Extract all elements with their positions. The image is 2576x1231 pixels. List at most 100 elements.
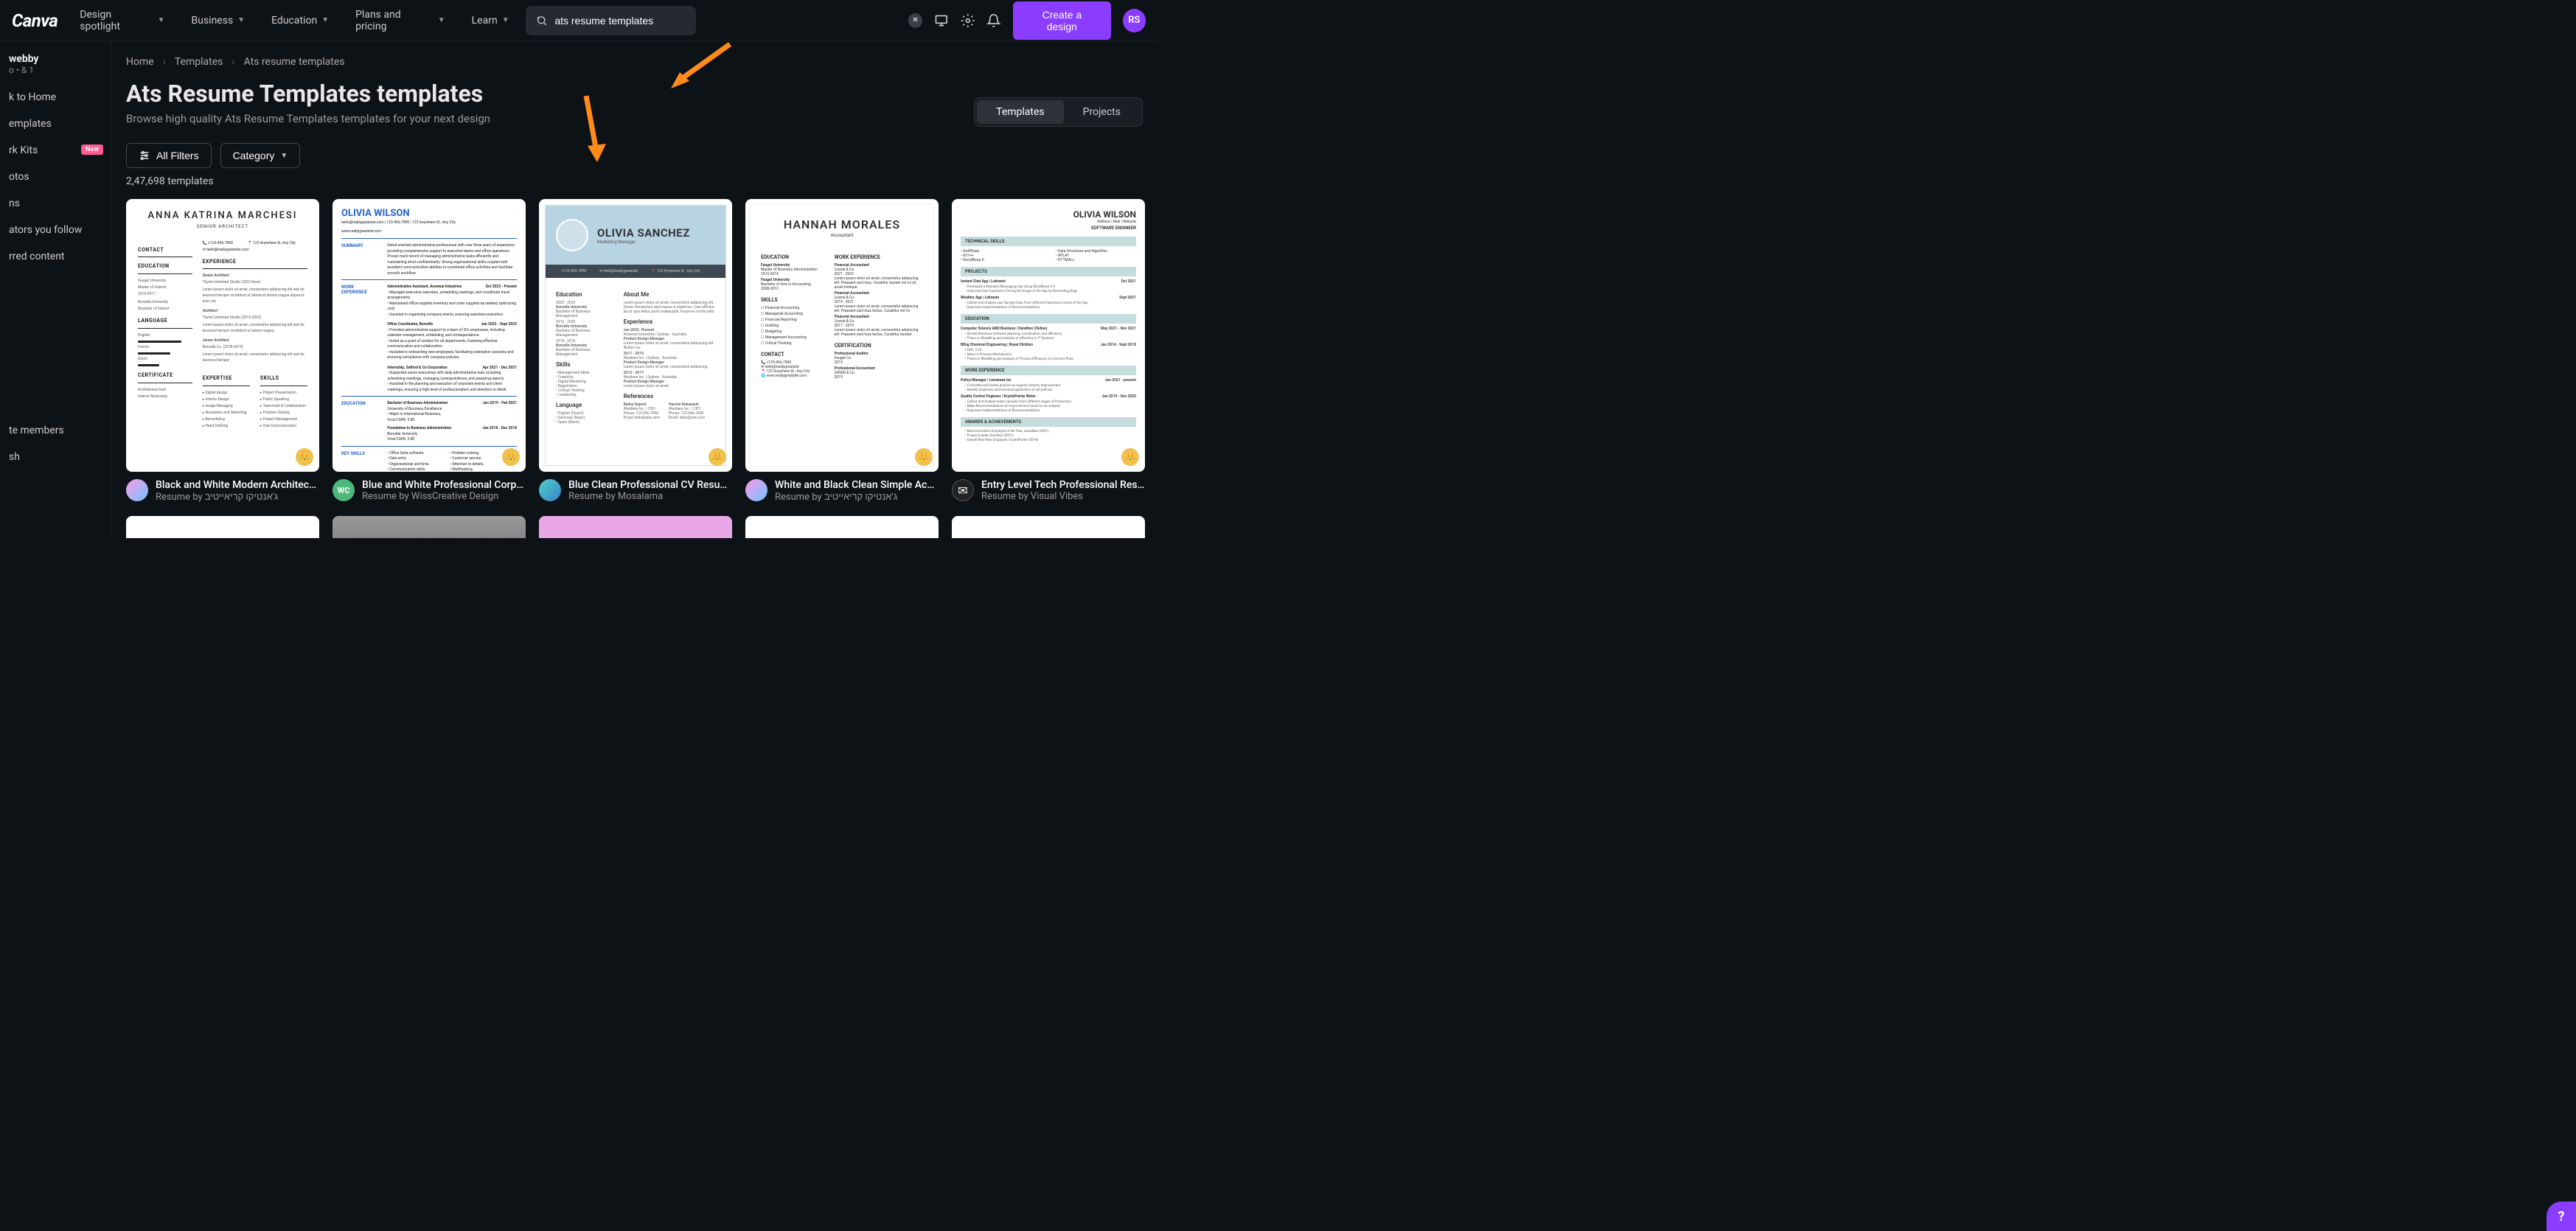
resume-heading: EDUCATION <box>341 401 380 443</box>
chevron-down-icon: ▼ <box>280 152 288 160</box>
template-card[interactable]: ANNA KATRINA MARCHESI SENIOR ARCHITECT C… <box>126 199 319 503</box>
resume-heading: Language <box>556 402 612 408</box>
template-thumbnail[interactable]: HANNAH MORALES Accountant EDUCATION Faug… <box>745 199 939 472</box>
template-card[interactable]: OLIVIA WILSON hello@reallygreatsite.com … <box>333 199 526 503</box>
search-container[interactable] <box>526 6 696 35</box>
create-design-button[interactable]: Create a design <box>1013 1 1111 40</box>
nav-learn[interactable]: Learn▼ <box>462 9 520 32</box>
template-card[interactable] <box>952 516 1145 538</box>
nav-label: Education <box>271 15 317 27</box>
help-button[interactable]: ? <box>2547 1202 2576 1231</box>
nav-design-spotlight[interactable]: Design spotlight▼ <box>69 3 175 38</box>
resume-role: Accountant <box>761 233 923 238</box>
sidebar-item-starred[interactable]: rred content <box>0 243 111 270</box>
template-card[interactable]: OLIVIA WILSON Address | Mail | Website S… <box>952 199 1145 503</box>
template-title: Entry Level Tech Professional Resu... <box>981 479 1145 491</box>
template-thumbnail[interactable]: OLIVIA WILSON hello@reallygreatsite.com … <box>333 199 526 472</box>
author-avatar[interactable]: WC <box>333 479 355 501</box>
sidebar-item-photos[interactable]: otos <box>0 164 111 190</box>
author-avatar[interactable] <box>745 479 767 501</box>
resume-heading: Education <box>556 291 612 298</box>
template-title: White and Black Clean Simple Acco... <box>775 479 939 491</box>
template-title: Blue and White Professional Corpo... <box>362 479 526 491</box>
all-filters-button[interactable]: All Filters <box>126 143 212 168</box>
resume-heading: SKILLS <box>260 375 307 383</box>
sidebar-item-kits[interactable]: rk KitsNew <box>0 137 111 164</box>
resume-heading: CERTIFICATION <box>835 343 923 349</box>
resume-heading: TECHNICAL SKILLS <box>961 237 1136 246</box>
view-toggle: Templates Projects <box>974 97 1143 127</box>
template-author: Resume by WissCreative Design <box>362 491 526 502</box>
breadcrumb: Home › Templates › Ats resume templates <box>126 56 1158 68</box>
premium-crown-icon: 👑 <box>502 448 520 466</box>
nav-plans[interactable]: Plans and pricing▼ <box>345 3 456 38</box>
resume-heading: WORK EXPERIENCE <box>961 366 1136 375</box>
resume-heading: Experience <box>624 318 715 325</box>
sidebar-item-icons[interactable]: ns <box>0 190 111 217</box>
resume-name: HANNAH MORALES <box>761 217 923 231</box>
template-card[interactable] <box>126 516 319 538</box>
resume-heading: EDUCATION <box>138 263 192 271</box>
crumb-current: Ats resume templates <box>244 56 345 68</box>
chevron-right-icon: › <box>232 56 234 68</box>
template-author: Resume by Mosalama <box>568 491 732 502</box>
author-avatar[interactable]: ✉ <box>952 479 974 501</box>
sidebar-item-creators[interactable]: ators you follow <box>0 217 111 243</box>
search-sparkle-icon <box>536 14 548 27</box>
resume-heading: SUMMARY <box>341 243 380 276</box>
template-title: Black and White Modern Architect ... <box>156 479 319 491</box>
logo[interactable]: Canva <box>12 10 58 31</box>
search-input[interactable] <box>554 15 685 27</box>
nav-business[interactable]: Business▼ <box>181 9 256 32</box>
sidebar-item-home[interactable]: k to Home <box>0 84 111 111</box>
template-title: Blue Clean Professional CV Resume <box>568 479 732 491</box>
author-avatar[interactable] <box>539 479 561 501</box>
template-card[interactable]: HANNAH MORALES Accountant EDUCATION Faug… <box>745 199 939 503</box>
toggle-projects[interactable]: Projects <box>1064 100 1140 124</box>
premium-crown-icon: 👑 <box>915 448 933 466</box>
template-card[interactable]: OLIVIA SANCHEZ Marketing Manager 📞 +123-… <box>539 199 732 503</box>
toggle-templates[interactable]: Templates <box>977 100 1064 124</box>
gear-icon[interactable] <box>961 13 975 28</box>
crumb-home[interactable]: Home <box>126 56 154 68</box>
resume-heading: LANGUAGE <box>138 318 192 325</box>
premium-crown-icon: 👑 <box>709 448 726 466</box>
filter-label: All Filters <box>156 150 199 161</box>
sidebar-item-members[interactable]: te members <box>0 417 111 444</box>
filter-icon <box>139 150 150 161</box>
crumb-templates[interactable]: Templates <box>175 56 223 68</box>
resume-heading: WORK EXPERIENCE <box>835 254 923 260</box>
resume-heading: KEY SKILLS <box>341 451 380 472</box>
chevron-down-icon: ▼ <box>237 16 245 24</box>
resume-heading: CONTACT <box>761 352 823 358</box>
desktop-icon[interactable] <box>934 13 949 28</box>
clear-search-icon[interactable]: ✕ <box>908 13 923 28</box>
user-avatar[interactable]: RS <box>1123 9 1146 32</box>
resume-name: OLIVIA SANCHEZ <box>597 226 690 240</box>
template-card[interactable] <box>539 516 732 538</box>
author-avatar[interactable] <box>126 479 148 501</box>
chevron-down-icon: ▼ <box>438 16 445 24</box>
sidebar-user-name: webby <box>9 53 102 65</box>
template-thumbnail[interactable]: ANNA KATRINA MARCHESI SENIOR ARCHITECT C… <box>126 199 319 472</box>
sidebar-item-templates[interactable]: emplates <box>0 111 111 137</box>
nav-label: Design spotlight <box>80 9 153 32</box>
resume-photo <box>556 219 588 251</box>
nav-education[interactable]: Education ▼ <box>261 9 339 32</box>
template-thumbnail[interactable]: OLIVIA SANCHEZ Marketing Manager 📞 +123-… <box>539 199 732 472</box>
sidebar-item-label: rk Kits <box>9 144 38 156</box>
template-thumbnail[interactable]: OLIVIA WILSON Address | Mail | Website S… <box>952 199 1145 472</box>
resume-contact: Address | Mail | Website <box>961 220 1136 224</box>
template-card[interactable] <box>333 516 526 538</box>
resume-heading: PROJECTS <box>961 267 1136 276</box>
nav-label: Business <box>192 15 234 27</box>
resume-role: Marketing Manager <box>597 240 690 245</box>
sidebar-item-trash[interactable]: sh <box>0 444 111 470</box>
resume-name: OLIVIA WILSON <box>961 209 1136 220</box>
chevron-down-icon: ▼ <box>321 16 329 24</box>
resume-heading: EDUCATION <box>761 254 823 260</box>
bell-icon[interactable] <box>986 13 1001 28</box>
template-card[interactable] <box>745 516 939 538</box>
category-filter-button[interactable]: Category ▼ <box>220 143 301 168</box>
resume-heading: CONTACT <box>138 247 192 254</box>
